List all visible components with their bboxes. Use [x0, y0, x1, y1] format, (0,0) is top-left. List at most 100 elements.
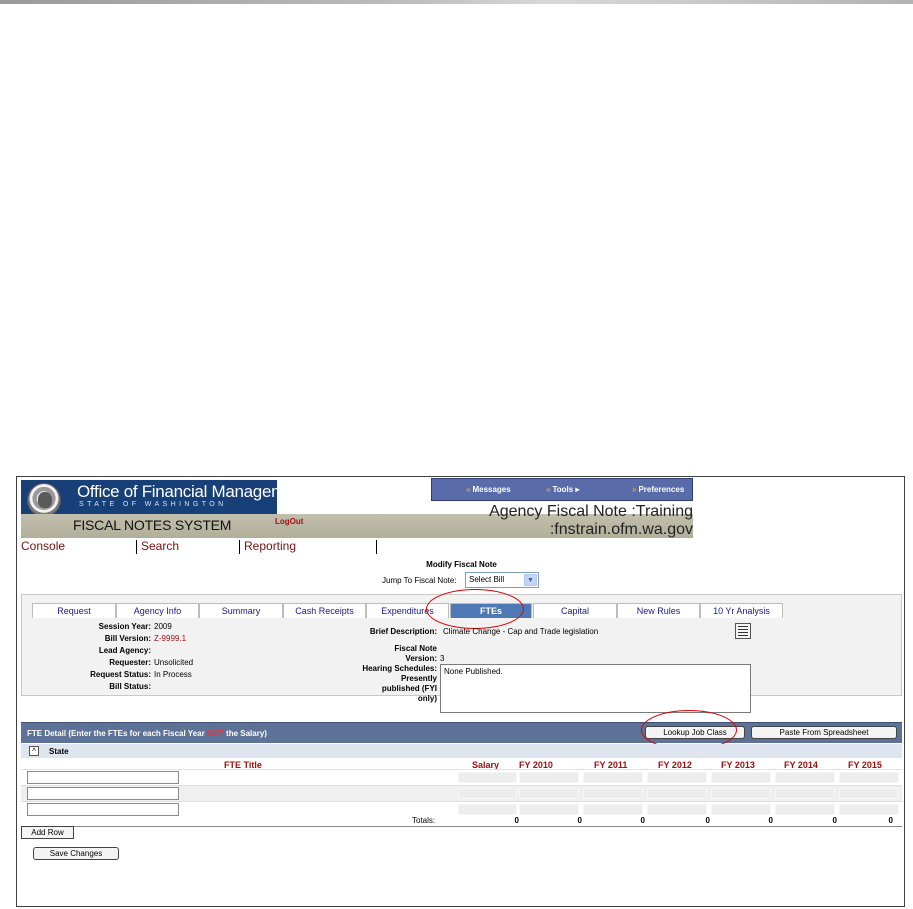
nav-divider — [239, 540, 240, 554]
salary-cell[interactable] — [458, 804, 517, 815]
tab-new-rules[interactable]: New Rules — [617, 603, 700, 618]
brief-description-value: Climate Change - Cap and Trade legislati… — [443, 627, 599, 636]
fy-cell[interactable] — [647, 804, 707, 815]
fy-cell[interactable] — [775, 804, 835, 815]
total-fy2013: 0 — [768, 816, 773, 825]
fn-version-label-1: Fiscal Note — [394, 644, 437, 653]
page-title: Modify Fiscal Note — [426, 560, 497, 569]
fy-cell[interactable] — [647, 772, 707, 783]
bill-status-label: Bill Status: — [109, 682, 151, 691]
tab-cash-receipts[interactable]: Cash Receipts — [283, 603, 366, 618]
fy-cell[interactable] — [519, 772, 579, 783]
fte-title-input[interactable] — [27, 787, 179, 800]
org-title: Office of Financial Management — [77, 482, 308, 501]
session-year-label: Session Year: — [98, 622, 151, 631]
table-row — [21, 785, 902, 801]
fn-version-label-2: Version: — [405, 654, 437, 663]
jump-to-fiscal-note-select[interactable]: Select Bill ▼ — [465, 572, 539, 588]
hearing-label-4: only) — [417, 694, 437, 703]
nav-divider — [136, 540, 137, 554]
salary-cell[interactable] — [458, 772, 517, 783]
total-fy2015: 0 — [888, 816, 893, 825]
session-year-value: 2009 — [154, 622, 172, 631]
chevron-down-icon: ▼ — [524, 574, 537, 586]
bill-version-label: Bill Version: — [104, 634, 151, 643]
bullet-icon: » — [466, 485, 471, 494]
tab-request[interactable]: Request — [32, 603, 116, 618]
fy-cell[interactable] — [711, 772, 771, 783]
request-status-label: Request Status: — [90, 670, 151, 679]
preferences-menu[interactable]: » Preferences — [632, 485, 684, 494]
save-changes-button[interactable]: Save Changes — [33, 847, 119, 860]
collapse-toggle-icon[interactable]: ˄ — [29, 746, 39, 756]
tab-summary[interactable]: Summary — [199, 603, 283, 618]
jump-select-value: Select Bill — [469, 575, 505, 584]
hearing-schedules-box[interactable]: None Published. — [440, 664, 751, 713]
document-icon[interactable] — [735, 623, 751, 639]
nav-divider — [376, 540, 377, 554]
fy-cell[interactable] — [839, 804, 899, 815]
paste-from-spreadsheet-button[interactable]: Paste From Spreadsheet — [751, 726, 897, 739]
total-fy2012: 0 — [705, 816, 710, 825]
total-fy2011: 0 — [640, 816, 645, 825]
nav-search[interactable]: Search — [141, 539, 179, 553]
tab-capital[interactable]: Capital — [533, 603, 617, 618]
hearing-label-3: published (FYI — [381, 684, 437, 693]
requester-label: Requester: — [109, 658, 151, 667]
fte-detail-label: FTE Detail (Enter the FTEs for each Fisc… — [27, 729, 267, 738]
tab-10-yr-analysis[interactable]: 10 Yr Analysis — [700, 603, 783, 618]
state-label: State — [49, 747, 69, 756]
table-row — [21, 769, 902, 785]
fy-cell[interactable] — [583, 772, 643, 783]
nav-reporting[interactable]: Reporting — [244, 539, 296, 553]
fn-version-value: 3 — [440, 654, 445, 663]
bill-version-value: Z-9999.1 — [154, 634, 187, 643]
top-rule — [0, 0, 913, 4]
nav-console[interactable]: Console — [21, 539, 65, 553]
org-subtitle: STATE OF WASHINGTON — [79, 501, 227, 508]
state-seal-icon — [27, 483, 61, 517]
lookup-job-class-button[interactable]: Lookup Job Class — [645, 726, 745, 739]
table-bottom-rule — [21, 826, 902, 827]
fy-cell[interactable] — [647, 788, 707, 799]
fy-cell[interactable] — [583, 804, 643, 815]
system-title: FISCAL NOTES SYSTEM — [73, 517, 232, 533]
bullet-icon: » — [632, 485, 637, 494]
salary-cell[interactable] — [458, 788, 517, 799]
top-menu: » Messages » Tools ▸ » Preferences — [431, 478, 693, 501]
brief-description-label: Brief Description: — [369, 627, 437, 636]
tools-menu[interactable]: » Tools ▸ — [546, 485, 579, 494]
hearing-label-2: Presently — [400, 674, 437, 683]
app-window: Office of Financial Management STATE OF … — [16, 476, 905, 907]
environment-label: Agency Fiscal Note :Training :fnstrain.o… — [489, 503, 693, 538]
logout-link[interactable]: LogOut — [275, 517, 303, 526]
fte-title-input[interactable] — [27, 803, 179, 816]
fy-cell[interactable] — [519, 788, 579, 799]
tab-expenditures[interactable]: Expenditures — [366, 603, 449, 618]
table-row — [21, 801, 902, 817]
request-status-value: In Process — [154, 670, 192, 679]
fte-title-input[interactable] — [27, 771, 179, 784]
hearing-label-1: Hearing Schedules: — [362, 664, 437, 673]
lead-agency-label: Lead Agency: — [98, 646, 151, 655]
messages-menu[interactable]: » Messages — [466, 485, 511, 494]
fy-cell[interactable] — [839, 788, 899, 799]
fy-cell[interactable] — [839, 772, 899, 783]
total-fy2014: 0 — [832, 816, 837, 825]
fy-cell[interactable] — [775, 772, 835, 783]
jump-label: Jump To Fiscal Note: — [382, 576, 457, 585]
requester-value: Unsolicited — [154, 658, 194, 667]
tab-ftes[interactable]: FTEs — [450, 603, 532, 618]
total-fy2010: 0 — [577, 816, 582, 825]
fy-cell[interactable] — [711, 788, 771, 799]
fy-cell[interactable] — [711, 804, 771, 815]
total-salary: 0 — [514, 816, 519, 825]
tab-agency-info[interactable]: Agency Info — [116, 603, 199, 618]
fy-cell[interactable] — [519, 804, 579, 815]
fy-cell[interactable] — [583, 788, 643, 799]
add-row-button[interactable]: Add Row — [21, 826, 74, 839]
bullet-icon: » — [546, 485, 551, 494]
fy-cell[interactable] — [775, 788, 835, 799]
totals-label: Totals: — [412, 816, 436, 825]
ofm-banner: Office of Financial Management STATE OF … — [21, 480, 308, 517]
